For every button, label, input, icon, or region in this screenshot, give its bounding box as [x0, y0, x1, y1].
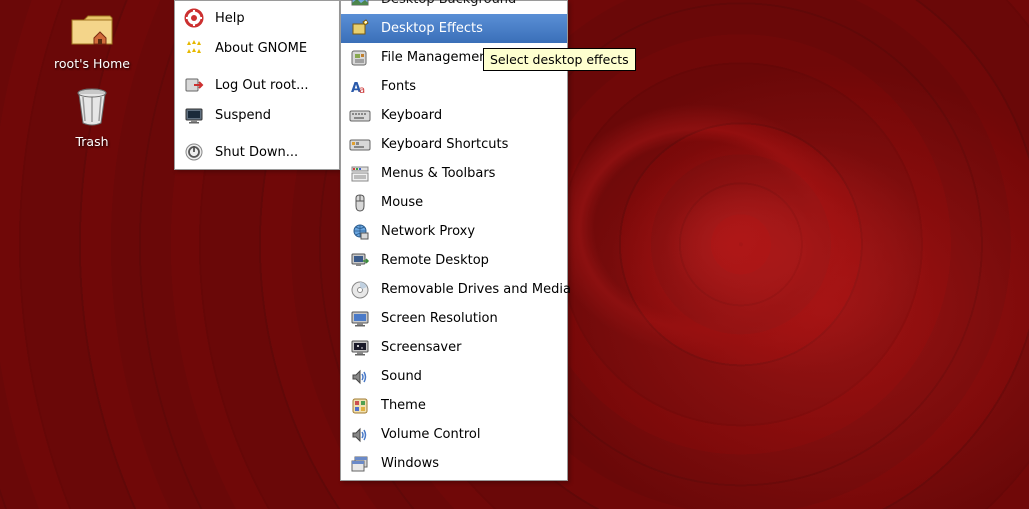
menu-item-label: Removable Drives and Media	[381, 282, 571, 297]
menu-item-label: Screen Resolution	[381, 311, 557, 326]
menu-item-label: Shut Down...	[215, 145, 329, 160]
preferences-menu: Desktop Background Desktop Effects File …	[340, 0, 568, 481]
menu-item-removable-drives[interactable]: Removable Drives and Media	[341, 275, 567, 304]
remote-desktop-icon	[349, 250, 371, 272]
menu-item-label: Log Out root...	[215, 78, 329, 93]
shutdown-icon	[183, 141, 205, 163]
menu-item-label: Keyboard Shortcuts	[381, 137, 557, 152]
menu-item-label: Desktop Effects	[381, 21, 557, 36]
menu-item-menus-toolbars[interactable]: Menus & Toolbars	[341, 159, 567, 188]
menu-item-windows[interactable]: Windows	[341, 449, 567, 478]
keyboard-shortcuts-icon	[349, 134, 371, 156]
menu-item-label: Remote Desktop	[381, 253, 557, 268]
menu-item-suspend[interactable]: Suspend	[175, 100, 339, 130]
fonts-icon: Aa	[349, 76, 371, 98]
menu-item-label: Help	[215, 11, 329, 26]
menu-item-label: About GNOME	[215, 41, 329, 56]
menu-item-label: Theme	[381, 398, 557, 413]
network-proxy-icon	[349, 221, 371, 243]
screen-resolution-icon	[349, 308, 371, 330]
sound-icon	[349, 366, 371, 388]
windows-icon	[349, 453, 371, 475]
menu-item-logout[interactable]: Log Out root...	[175, 70, 339, 100]
file-management-icon	[349, 47, 371, 69]
tooltip: Select desktop effects	[483, 48, 636, 71]
menu-item-network-proxy[interactable]: Network Proxy	[341, 217, 567, 246]
desktop-effects-icon	[349, 18, 371, 40]
menu-item-mouse[interactable]: Mouse	[341, 188, 567, 217]
desktop-icon-trash[interactable]: Trash	[44, 82, 140, 149]
menu-separator	[177, 66, 337, 67]
menu-item-remote-desktop[interactable]: Remote Desktop	[341, 246, 567, 275]
logout-icon	[183, 74, 205, 96]
menu-item-label: Network Proxy	[381, 224, 557, 239]
system-menu: Help About GNOME Log Out root... Suspend…	[174, 0, 340, 170]
folder-home-icon	[68, 4, 116, 52]
removable-drives-icon	[349, 279, 371, 301]
desktop-background-icon	[349, 0, 371, 11]
menu-item-label: Fonts	[381, 79, 557, 94]
trash-icon	[68, 82, 116, 130]
menu-item-label: Keyboard	[381, 108, 557, 123]
volume-control-icon	[349, 424, 371, 446]
menu-item-desktop-effects[interactable]: Desktop Effects	[341, 14, 567, 43]
screensaver-icon	[349, 337, 371, 359]
theme-icon	[349, 395, 371, 417]
svg-text:a: a	[359, 85, 365, 96]
menu-item-keyboard[interactable]: Keyboard	[341, 101, 567, 130]
menu-item-desktop-background[interactable]: Desktop Background	[341, 0, 567, 14]
menu-item-label: Screensaver	[381, 340, 557, 355]
menu-item-help[interactable]: Help	[175, 3, 339, 33]
menu-item-volume-control[interactable]: Volume Control	[341, 420, 567, 449]
menus-toolbars-icon	[349, 163, 371, 185]
menu-item-label: Volume Control	[381, 427, 557, 442]
desktop-icon-label: root's Home	[44, 56, 140, 71]
about-icon	[183, 37, 205, 59]
menu-item-fonts[interactable]: Aa Fonts	[341, 72, 567, 101]
menu-item-sound[interactable]: Sound	[341, 362, 567, 391]
menu-separator	[177, 133, 337, 134]
menu-item-label: Sound	[381, 369, 557, 384]
menu-item-screensaver[interactable]: Screensaver	[341, 333, 567, 362]
mouse-icon	[349, 192, 371, 214]
menu-item-keyboard-shortcuts[interactable]: Keyboard Shortcuts	[341, 130, 567, 159]
tooltip-text: Select desktop effects	[490, 52, 629, 67]
menu-item-label: Menus & Toolbars	[381, 166, 557, 181]
menu-item-label: Desktop Background	[381, 0, 557, 7]
menu-item-label: Windows	[381, 456, 557, 471]
menu-item-label: Mouse	[381, 195, 557, 210]
menu-item-screen-resolution[interactable]: Screen Resolution	[341, 304, 567, 333]
help-icon	[183, 7, 205, 29]
desktop-icon-label: Trash	[44, 134, 140, 149]
menu-item-theme[interactable]: Theme	[341, 391, 567, 420]
menu-item-about-gnome[interactable]: About GNOME	[175, 33, 339, 63]
keyboard-icon	[349, 105, 371, 127]
menu-item-label: Suspend	[215, 108, 329, 123]
desktop-icon-roots-home[interactable]: root's Home	[44, 4, 140, 71]
suspend-icon	[183, 104, 205, 126]
menu-item-shutdown[interactable]: Shut Down...	[175, 137, 339, 167]
